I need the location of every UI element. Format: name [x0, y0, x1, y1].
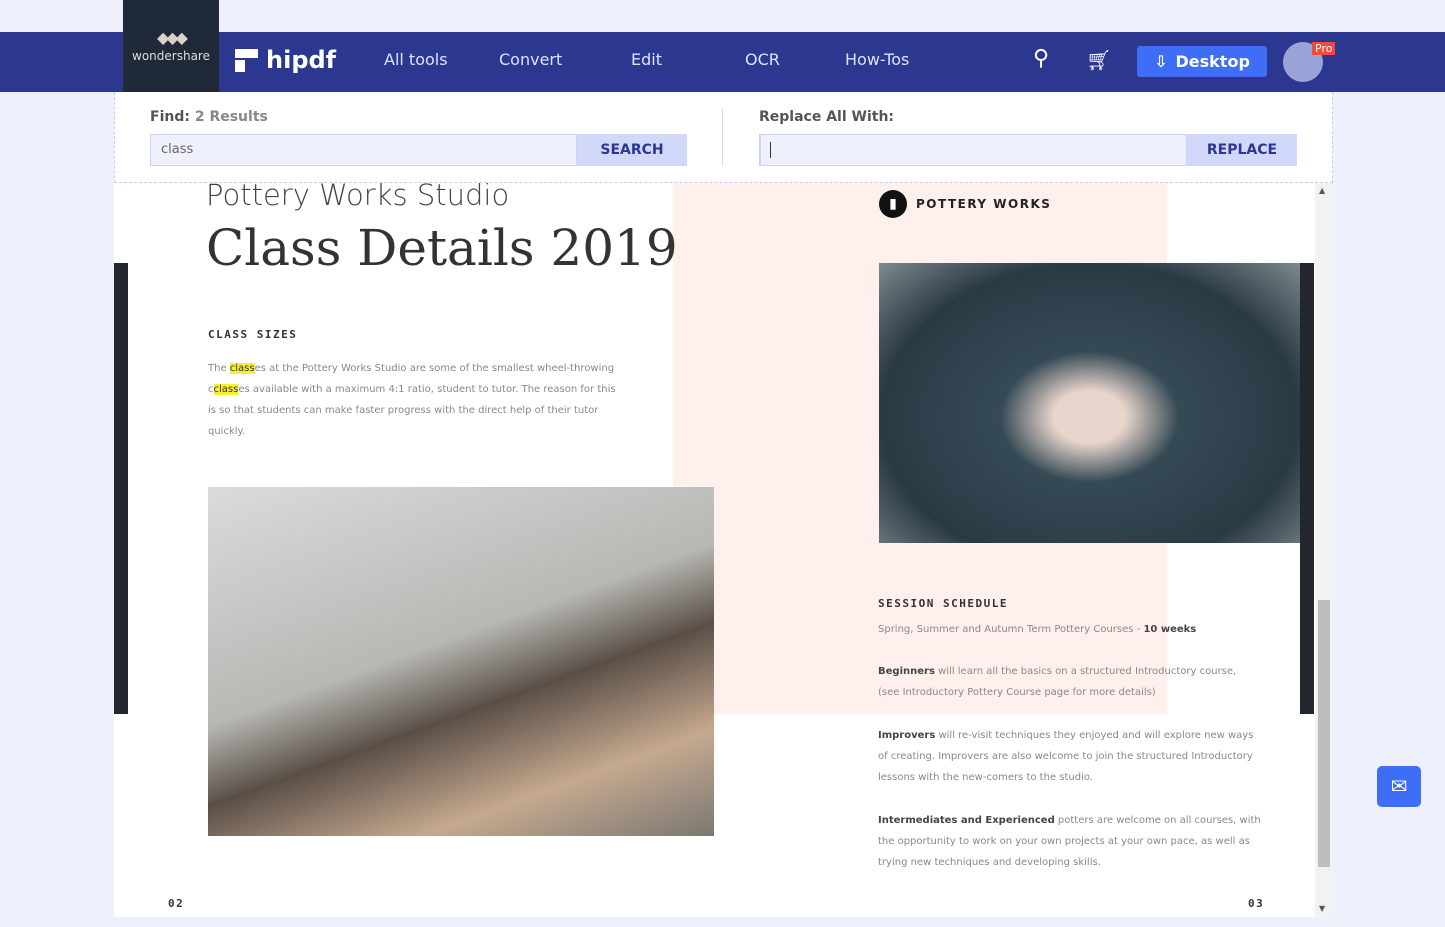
find-label: Find: 2 Results: [150, 109, 268, 125]
pottery-wheel-photo: [208, 487, 714, 836]
section-heading[interactable]: SESSION SCHEDULE: [878, 597, 1008, 610]
find-input[interactable]: class: [150, 134, 577, 166]
improvers-paragraph[interactable]: Improvers will re-visit techniques they …: [878, 725, 1263, 788]
pro-badge: Pro: [1312, 42, 1336, 55]
search-button[interactable]: SEARCH: [577, 134, 687, 166]
brand-label[interactable]: POTTERY WORKS: [916, 197, 1051, 211]
mug-photo: [879, 263, 1300, 543]
doc-subtitle[interactable]: Pottery Works Studio: [206, 183, 509, 212]
search-highlight: class: [213, 384, 239, 395]
replace-label: Replace All With:: [759, 109, 895, 125]
product-name: hipdf: [266, 46, 337, 74]
intermediates-paragraph[interactable]: Intermediates and Experienced potters ar…: [878, 810, 1263, 873]
wondershare-icon: ◆◆◆: [157, 28, 188, 47]
replace-button[interactable]: REPLACE: [1187, 134, 1297, 166]
search-highlight: class: [229, 363, 255, 374]
page-number: 02: [168, 897, 185, 910]
replace-input[interactable]: [759, 134, 1187, 166]
mail-icon[interactable]: ✉: [1377, 766, 1421, 807]
desktop-button[interactable]: ⇩ Desktop: [1137, 46, 1267, 77]
desktop-label: Desktop: [1175, 52, 1250, 71]
page-edge: [114, 263, 128, 714]
download-monitor-icon: ⇩: [1154, 52, 1168, 71]
hipdf-logo[interactable]: hipdf: [235, 46, 336, 74]
page-number: 03: [1248, 897, 1265, 910]
schedule-line[interactable]: Spring, Summer and Autumn Term Pottery C…: [878, 619, 1268, 640]
pdf-viewer: Pottery Works Studio Class Details 2019 …: [114, 183, 1315, 917]
text-cursor: [770, 142, 771, 158]
pottery-works-logo-icon: ▮: [879, 190, 907, 218]
cart-icon[interactable]: 🛒︎: [1086, 48, 1111, 72]
page-edge: [1300, 263, 1314, 714]
nav-ocr[interactable]: OCR: [745, 50, 780, 69]
hipdf-icon: [235, 48, 258, 72]
brand-text: wondershare: [132, 49, 210, 63]
results-count: 2 Results: [194, 109, 268, 125]
section-heading[interactable]: CLASS SIZES: [208, 328, 297, 341]
beginners-paragraph[interactable]: Beginners will learn all the basics on a…: [878, 661, 1238, 703]
class-sizes-paragraph[interactable]: The classes at the Pottery Works Studio …: [208, 358, 618, 442]
nav-edit[interactable]: Edit: [631, 50, 662, 69]
search-icon[interactable]: ⚲: [1033, 46, 1049, 71]
wondershare-logo[interactable]: ◆◆◆ wondershare: [123, 0, 219, 92]
scroll-up-icon[interactable]: ▲: [1319, 186, 1325, 195]
nav-all-tools[interactable]: All tools: [384, 50, 448, 69]
doc-title[interactable]: Class Details 2019: [206, 219, 678, 277]
scrollbar-thumb[interactable]: [1318, 600, 1330, 867]
nav-how-tos[interactable]: How-Tos: [845, 50, 909, 69]
scroll-down-icon[interactable]: ▼: [1319, 904, 1325, 913]
divider: [722, 108, 723, 166]
nav-convert[interactable]: Convert: [499, 50, 562, 69]
